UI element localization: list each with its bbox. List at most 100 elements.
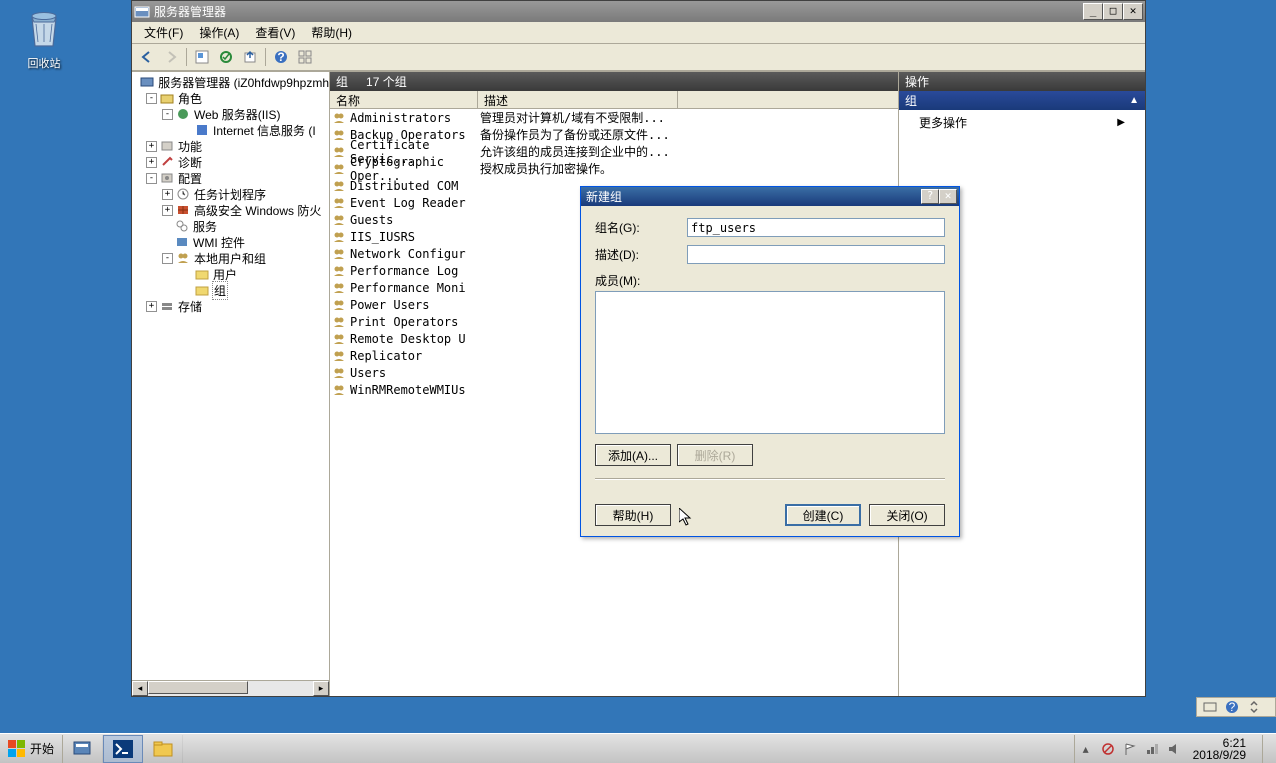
tree-users[interactable]: 用户: [132, 266, 329, 282]
tree-task[interactable]: +任务计划程序: [132, 186, 329, 202]
menu-file[interactable]: 文件(F): [136, 22, 191, 43]
help-button[interactable]: 帮助(H): [595, 504, 671, 526]
tree-scrollbar[interactable]: ◂ ▸: [132, 680, 329, 696]
tray-icon[interactable]: [1203, 700, 1217, 714]
view-button[interactable]: [294, 46, 316, 68]
window-title: 服务器管理器: [154, 3, 1083, 20]
actions-header: 操作: [899, 72, 1145, 91]
dialog-titlebar[interactable]: 新建组 ? ✕: [581, 187, 959, 206]
actions-more[interactable]: 更多操作 ▶: [899, 110, 1145, 135]
titlebar[interactable]: 服务器管理器 _ □ ✕: [132, 1, 1145, 22]
forward-button: [160, 46, 182, 68]
close-button[interactable]: 关闭(O): [869, 504, 945, 526]
tray-flag-icon[interactable]: [1123, 742, 1137, 756]
tree-features[interactable]: +功能: [132, 138, 329, 154]
start-button[interactable]: 开始: [0, 735, 63, 763]
window-icon: [134, 4, 150, 20]
expand-icon[interactable]: +: [146, 301, 157, 312]
actions-group-header[interactable]: 组 ▲: [899, 91, 1145, 110]
taskbar-clock[interactable]: 6:21 2018/9/29: [1189, 737, 1250, 761]
dialog-help-button[interactable]: ?: [921, 189, 939, 204]
group-name-input[interactable]: [687, 218, 945, 237]
collapse-icon[interactable]: -: [162, 109, 173, 120]
tree-pane: 服务器管理器 (iZ0hfdwp9hpzmh -角色 -Web 服务器(IIS)…: [132, 72, 330, 696]
desc-input[interactable]: [687, 245, 945, 264]
col-desc[interactable]: 描述: [478, 91, 678, 108]
group-icon: [332, 281, 348, 295]
tree-storage[interactable]: +存储: [132, 298, 329, 314]
list-row-name: Performance Moni: [350, 281, 480, 295]
expand-icon[interactable]: +: [146, 141, 157, 152]
tree-iis[interactable]: -Web 服务器(IIS): [132, 106, 329, 122]
group-icon: [332, 366, 348, 380]
add-button[interactable]: 添加(A)...: [595, 444, 671, 466]
collapse-icon[interactable]: -: [162, 253, 173, 264]
close-button[interactable]: ✕: [1123, 3, 1143, 20]
export-button[interactable]: [239, 46, 261, 68]
add-button[interactable]: [191, 46, 213, 68]
scroll-right-button[interactable]: ▸: [313, 681, 329, 696]
list-row-desc: 授权成员执行加密操作。: [480, 160, 612, 177]
desc-label: 描述(D):: [595, 246, 687, 263]
tray-help-icon[interactable]: ?: [1225, 700, 1239, 714]
tree-wmi[interactable]: WMI 控件: [132, 234, 329, 250]
group-icon: [332, 230, 348, 244]
submenu-arrow-icon: ▶: [1117, 117, 1125, 128]
collapse-icon[interactable]: -: [146, 93, 157, 104]
list-row[interactable]: Administrators管理员对计算机/域有不受限制...: [330, 109, 898, 126]
tree-services[interactable]: 服务: [132, 218, 329, 234]
group-icon: [332, 383, 348, 397]
help-button[interactable]: ?: [270, 46, 292, 68]
tree-firewall[interactable]: +高级安全 Windows 防火: [132, 202, 329, 218]
filter-button[interactable]: [215, 46, 237, 68]
task-server-manager[interactable]: [63, 735, 103, 763]
list-row-name: Guests: [350, 213, 480, 227]
task-powershell[interactable]: [103, 735, 143, 763]
toolbar: ?: [132, 44, 1145, 71]
menu-action[interactable]: 操作(A): [191, 22, 247, 43]
group-icon: [332, 298, 348, 312]
group-icon: [332, 264, 348, 278]
side-tray: ?: [1196, 697, 1276, 717]
back-button[interactable]: [136, 46, 158, 68]
group-name-label: 组名(G):: [595, 219, 687, 236]
group-icon: [332, 111, 348, 125]
task-explorer[interactable]: [143, 735, 183, 763]
menu-help[interactable]: 帮助(H): [303, 22, 360, 43]
svg-text:?: ?: [1229, 700, 1236, 714]
tray-network-icon[interactable]: [1145, 742, 1159, 756]
tree-diag[interactable]: +诊断: [132, 154, 329, 170]
list-row-name: IIS_IUSRS: [350, 230, 480, 244]
tree-localug[interactable]: -本地用户和组: [132, 250, 329, 266]
collapse-icon[interactable]: -: [146, 173, 157, 184]
create-button[interactable]: 创建(C): [785, 504, 861, 526]
tree-roles[interactable]: -角色: [132, 90, 329, 106]
list-row-name: Administrators: [350, 111, 480, 125]
list-row[interactable]: Cryptographic Oper...授权成员执行加密操作。: [330, 160, 898, 177]
menu-view[interactable]: 查看(V): [247, 22, 303, 43]
col-name[interactable]: 名称: [330, 91, 478, 108]
minimize-button[interactable]: _: [1083, 3, 1103, 20]
tray-updown-icon[interactable]: [1247, 700, 1261, 714]
tray-action-icon[interactable]: [1101, 742, 1115, 756]
tray-volume-icon[interactable]: [1167, 742, 1181, 756]
group-icon: [332, 247, 348, 261]
tray-arrow-icon[interactable]: ▴: [1079, 742, 1093, 756]
members-list[interactable]: [595, 291, 945, 434]
scroll-left-button[interactable]: ◂: [132, 681, 148, 696]
tree-iis-sub[interactable]: Internet 信息服务 (I: [132, 122, 329, 138]
tree-root[interactable]: 服务器管理器 (iZ0hfdwp9hpzmh: [132, 74, 329, 90]
group-icon: [332, 162, 348, 176]
maximize-button[interactable]: □: [1103, 3, 1123, 20]
tree-config[interactable]: -配置: [132, 170, 329, 186]
expand-icon[interactable]: +: [146, 157, 157, 168]
system-tray: ▴ 6:21 2018/9/29: [1074, 735, 1276, 763]
group-icon: [332, 179, 348, 193]
expand-icon[interactable]: +: [162, 205, 173, 216]
recycle-bin[interactable]: 回收站: [20, 8, 68, 71]
expand-icon[interactable]: +: [162, 189, 173, 200]
tree-groups-selected[interactable]: 组: [132, 282, 329, 298]
list-row-desc: 备份操作员为了备份或还原文件...: [480, 126, 670, 143]
show-desktop-button[interactable]: [1262, 735, 1272, 763]
dialog-close-button[interactable]: ✕: [939, 189, 957, 204]
